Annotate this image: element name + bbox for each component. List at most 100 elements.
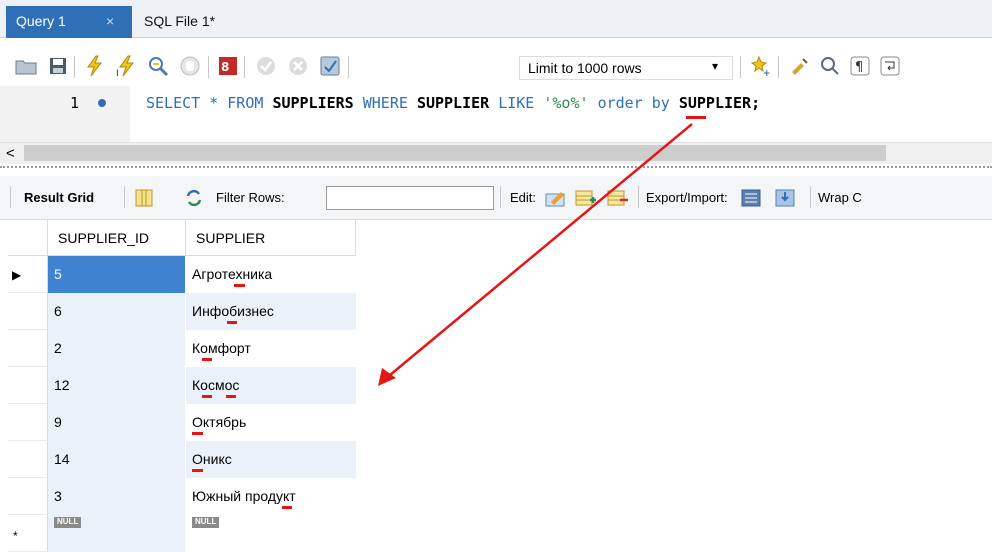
export-import-label: Export/Import: [646, 190, 728, 205]
statement-marker-icon [98, 99, 106, 107]
row-header-corner [8, 220, 48, 256]
sql-token: * [200, 94, 228, 112]
sql-token: FROM [227, 94, 264, 112]
current-row-icon: ▶ [12, 268, 22, 282]
beautify-icon[interactable]: + [750, 54, 774, 78]
sql-statement[interactable]: SELECT * FROM SUPPLIERS WHERE SUPPLIER L… [146, 94, 760, 112]
editor-tab-bar: Query 1 × SQL File 1* [0, 0, 992, 38]
cell-supplier-id[interactable]: 2 [48, 330, 186, 367]
row-header[interactable] [8, 330, 48, 367]
row-header[interactable]: ▶ [8, 256, 48, 293]
limit-rows-select[interactable]: Limit to 1000 rows ▾ [519, 56, 733, 80]
cell-supplier[interactable]: Комфорт [186, 330, 356, 367]
cell-supplier-id[interactable]: 3 [48, 478, 186, 515]
cell-supplier[interactable]: Агротехника [186, 256, 356, 293]
cell-supplier[interactable]: Космос [186, 367, 356, 404]
cell-supplier-id[interactable]: 12 [48, 367, 186, 404]
execute-current-icon[interactable]: I [114, 54, 138, 78]
stop-icon[interactable] [178, 54, 202, 78]
sql-editor[interactable]: 1 SELECT * FROM SUPPLIERS WHERE SUPPLIER… [0, 86, 992, 142]
row-header[interactable] [8, 293, 48, 330]
refresh-icon[interactable] [182, 186, 206, 210]
toggle-error-icon[interactable]: 8 [216, 54, 240, 78]
row-header[interactable]: * [8, 515, 48, 552]
cell-supplier[interactable]: Южный продукт [186, 478, 356, 515]
tab-label: Query 1 [16, 13, 66, 29]
cell-supplier-id[interactable]: 9 [48, 404, 186, 441]
svg-text:8: 8 [221, 60, 229, 74]
sql-token: LIKE [498, 94, 535, 112]
import-icon[interactable] [774, 186, 798, 210]
edit-label: Edit: [510, 190, 537, 205]
match-highlight [192, 469, 203, 472]
limit-value: Limit to 1000 rows [528, 60, 642, 76]
explain-icon[interactable] [146, 54, 170, 78]
scroll-left-icon[interactable]: < [6, 145, 15, 162]
pane-splitter[interactable] [0, 166, 992, 170]
sql-token: SUPPLIERS [272, 94, 354, 112]
row-header[interactable] [8, 441, 48, 478]
cell-supplier[interactable]: Октябрь [186, 404, 356, 441]
invisible-chars-icon[interactable]: ¶ [848, 54, 872, 78]
line-number: 1 [70, 94, 80, 112]
match-highlight [192, 432, 203, 435]
row-header[interactable] [8, 404, 48, 441]
sql-token: order by [597, 94, 670, 112]
tab-sql-file-1[interactable]: SQL File 1* [134, 6, 254, 38]
match-highlight [202, 395, 212, 398]
pattern-highlight [686, 116, 706, 119]
horizontal-scrollbar[interactable]: < [0, 142, 992, 164]
cell-supplier-id[interactable]: 6 [48, 293, 186, 330]
row-header[interactable] [8, 367, 48, 404]
save-icon[interactable] [46, 54, 70, 78]
chevron-down-icon: ▾ [712, 59, 719, 73]
cell-supplier[interactable]: Инфобизнес [186, 293, 356, 330]
match-highlight [282, 506, 292, 509]
svg-text:¶: ¶ [855, 60, 863, 75]
column-header-supplier[interactable]: SUPPLIER [186, 220, 356, 256]
match-highlight [202, 358, 212, 361]
column-header-supplier-id[interactable]: SUPPLIER_ID [48, 220, 186, 256]
wrap-cell-content-label[interactable]: Wrap C [818, 190, 862, 205]
rollback-icon[interactable] [286, 54, 310, 78]
edit-row-icon[interactable] [544, 186, 568, 210]
cell-supplier-id[interactable]: NULL [48, 515, 186, 552]
find-icon[interactable] [818, 54, 842, 78]
tab-query-1[interactable]: Query 1 × [6, 6, 132, 38]
sql-token: SUPPLIER; [678, 94, 761, 112]
sql-token: SUPPLIER [416, 94, 490, 112]
commit-icon[interactable] [254, 54, 278, 78]
close-icon[interactable]: × [106, 6, 114, 36]
null-badge: NULL [192, 517, 220, 528]
autocommit-icon[interactable] [318, 54, 342, 78]
delete-row-icon[interactable] [606, 186, 630, 210]
cell-supplier[interactable]: NULL [186, 515, 356, 552]
sql-token: SELECT [146, 94, 201, 112]
result-grid-tab[interactable]: Result Grid [24, 190, 94, 205]
new-row-icon: * [13, 529, 18, 543]
cell-supplier-id[interactable]: 5 [48, 256, 186, 293]
scrollbar-thumb[interactable] [24, 145, 886, 161]
broom-icon[interactable] [788, 54, 812, 78]
grid-view-icon[interactable] [132, 186, 156, 210]
cell-supplier-id[interactable]: 14 [48, 441, 186, 478]
tab-label: SQL File 1* [144, 13, 216, 29]
add-row-icon[interactable] [574, 186, 598, 210]
execute-icon[interactable] [82, 54, 106, 78]
sql-token: WHERE [362, 94, 408, 112]
match-highlight [227, 321, 237, 324]
row-header[interactable] [8, 478, 48, 515]
cell-supplier[interactable]: Оникс [186, 441, 356, 478]
filter-rows-label: Filter Rows: [216, 190, 285, 205]
open-folder-icon[interactable] [14, 54, 38, 78]
wrap-icon[interactable] [878, 54, 902, 78]
sql-editor-toolbar: I 8 Limit to 1000 rows ▾ + ¶ [0, 50, 992, 84]
export-icon[interactable] [740, 186, 764, 210]
svg-text:I: I [116, 69, 119, 77]
filter-rows-input[interactable] [326, 186, 494, 210]
sql-token: '%o%' [543, 94, 589, 112]
